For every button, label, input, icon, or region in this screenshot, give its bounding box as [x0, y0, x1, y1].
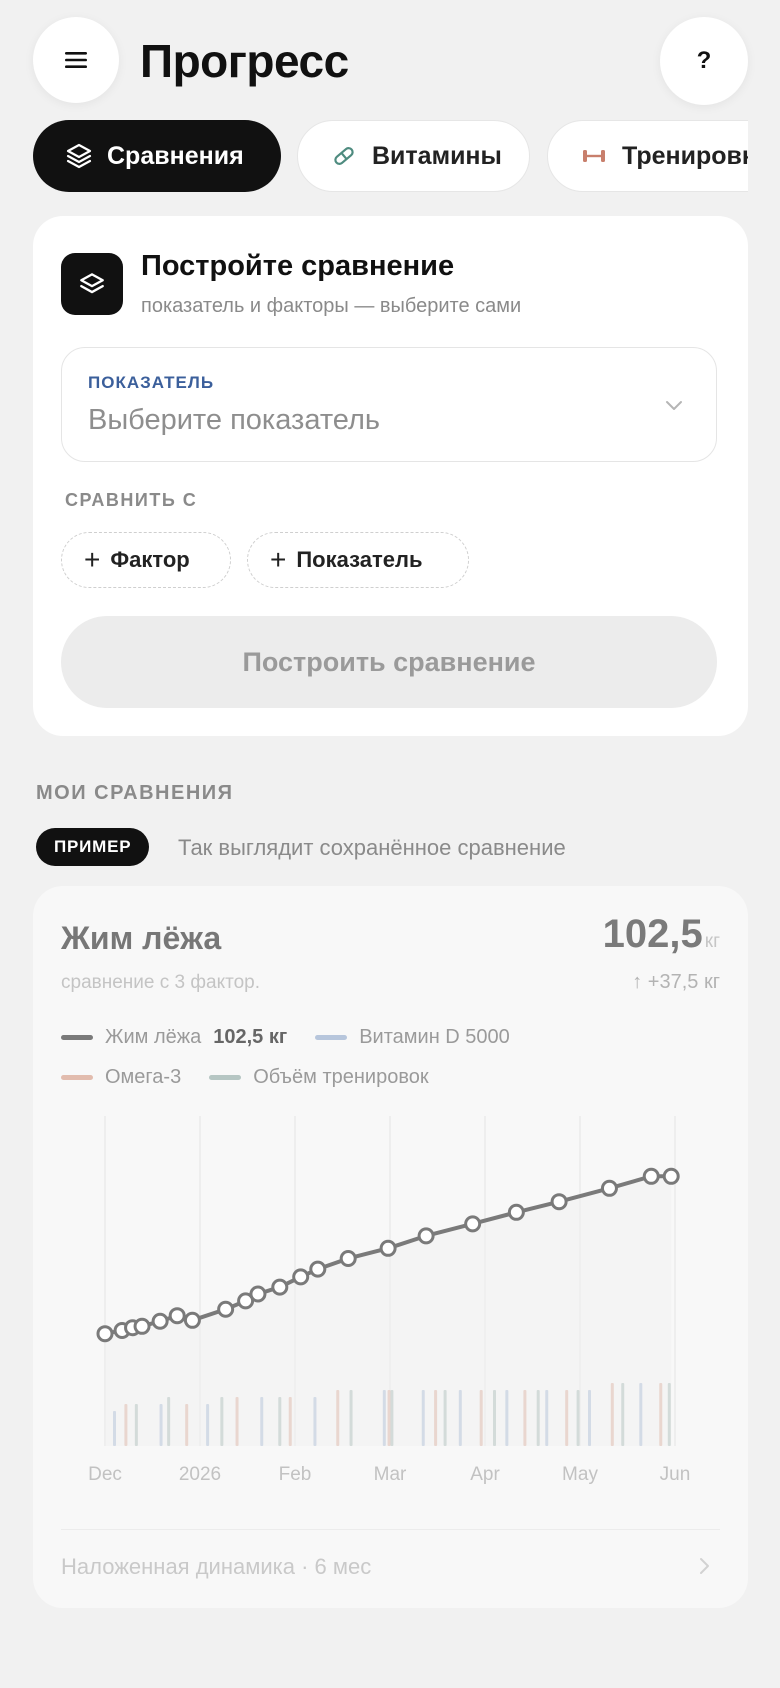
data-point [507, 1203, 525, 1221]
x-tick-label: Mar [374, 1464, 407, 1485]
data-point [464, 1215, 482, 1233]
help-button[interactable]: ? [660, 17, 748, 105]
builder-subtitle: показатель и факторы — выберите сами [141, 295, 522, 317]
x-tick-label: 2026 [179, 1464, 221, 1485]
add-factor-label: Фактор [110, 547, 190, 572]
plus-icon: + [270, 544, 287, 575]
data-point [309, 1260, 327, 1278]
x-tick-label: May [562, 1464, 598, 1485]
data-point [183, 1311, 201, 1329]
layers-icon [61, 253, 123, 315]
layers-icon [65, 142, 93, 170]
data-point [379, 1239, 397, 1257]
x-tick-label: Apr [470, 1464, 500, 1485]
build-comparison-button[interactable]: Построить сравнение [61, 616, 717, 708]
data-point [151, 1312, 169, 1330]
add-metric-button[interactable]: + Показатель [247, 532, 469, 588]
data-point [642, 1167, 660, 1185]
line-area [105, 1176, 672, 1446]
x-tick-label: Dec [88, 1464, 122, 1485]
progress-screen: Прогресс ? Сравнения Витамины Трениров П… [0, 0, 780, 1688]
data-point [550, 1193, 568, 1211]
data-point [133, 1317, 151, 1335]
example-note: Так выглядит сохранённое сравнение [178, 835, 566, 860]
tab-bar: Сравнения Витамины Трениров [0, 120, 748, 192]
tab-workouts[interactable]: Тренировки [547, 120, 748, 192]
x-tick-label: Jun [660, 1464, 691, 1485]
data-point [292, 1268, 310, 1286]
page-title: Прогресс [140, 35, 349, 87]
divider [61, 1529, 720, 1530]
plus-icon: + [84, 544, 101, 575]
tab-label: Витамины [372, 141, 502, 170]
example-badge: ПРИМЕР [36, 828, 150, 866]
tab-label: Сравнения [107, 141, 244, 170]
data-point [662, 1167, 680, 1185]
add-factor-button[interactable]: + Фактор [61, 532, 231, 588]
data-point [217, 1300, 235, 1318]
hamburger-icon [65, 52, 87, 68]
builder-title: Постройте сравнение [141, 250, 455, 282]
pill-icon [330, 142, 358, 170]
data-point [339, 1249, 357, 1267]
comparison-builder-card: Постройте сравнение показатель и факторы… [33, 216, 748, 736]
compare-with-label: СРАВНИТЬ С [65, 490, 198, 510]
data-point [600, 1179, 618, 1197]
add-metric-label: Показатель [296, 547, 423, 572]
metric-select-label: ПОКАЗАТЕЛЬ [88, 373, 215, 392]
chart-footer: Наложенная динамика · 6 мес [61, 1554, 372, 1579]
data-point [249, 1285, 267, 1303]
progress-chart: Dec 2026 Feb Mar Apr May Jun [88, 1116, 691, 1485]
example-comparison-card[interactable]: Жим лёжа сравнение с 3 фактор. 102,5 кг ↑… [33, 886, 748, 1608]
dumbbell-icon [580, 142, 608, 170]
data-point [271, 1278, 289, 1296]
chevron-right-icon [700, 1558, 709, 1574]
metric-select[interactable]: ПОКАЗАТЕЛЬ Выберите показатель [61, 347, 717, 462]
tab-label: Тренировки [622, 141, 748, 170]
tab-vitamins[interactable]: Витамины [297, 120, 530, 192]
chevron-down-icon [666, 401, 682, 410]
data-point [168, 1307, 186, 1325]
x-tick-label: Feb [279, 1464, 312, 1485]
data-point [417, 1227, 435, 1245]
menu-button[interactable] [33, 17, 119, 103]
tab-comparisons[interactable]: Сравнения [33, 120, 281, 192]
metric-select-placeholder: Выберите показатель [88, 404, 380, 436]
my-comparisons-heading: МОИ СРАВНЕНИЯ [36, 782, 234, 804]
data-point [96, 1325, 114, 1343]
